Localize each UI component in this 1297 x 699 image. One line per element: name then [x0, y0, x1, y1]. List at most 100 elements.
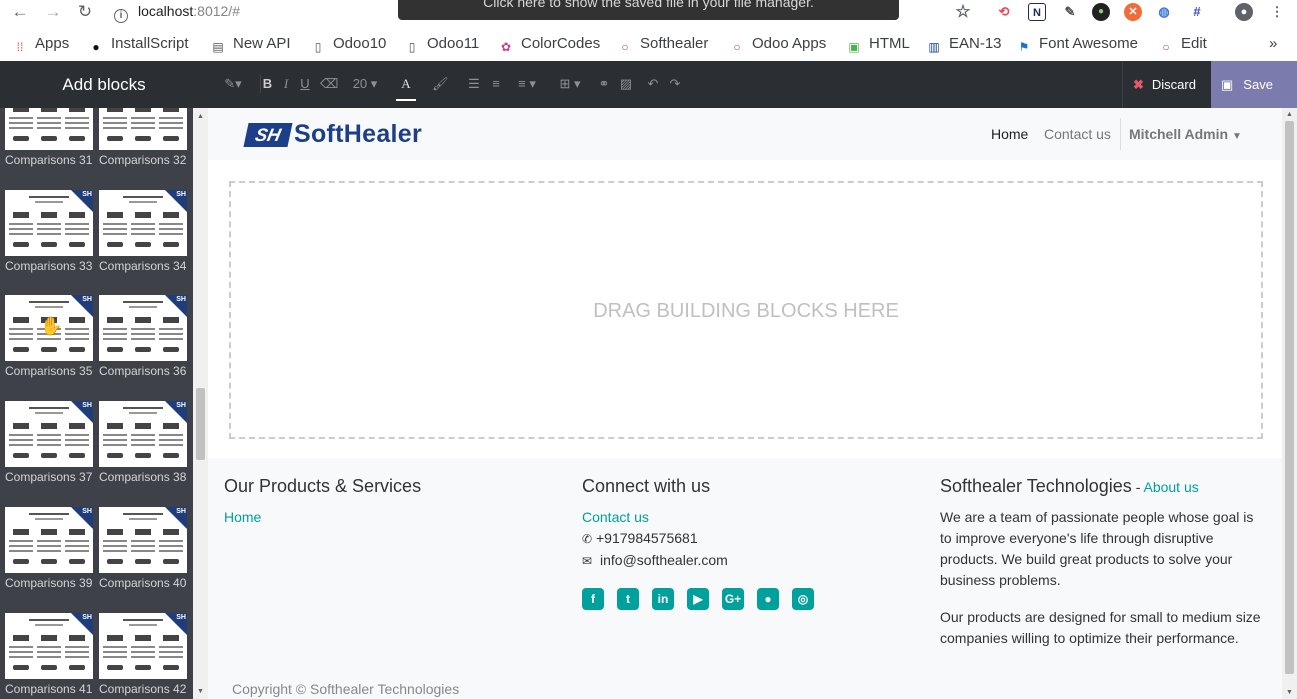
block-item[interactable]: SH Comparisons 41 — [5, 613, 93, 696]
forward-icon[interactable]: → — [42, 2, 64, 22]
bookmark-odoo-apps[interactable]: ○ Odoo Apps — [729, 35, 826, 55]
extension-icon-2[interactable]: ● — [1092, 3, 1110, 21]
block-item[interactable]: SH Comparisons 33 — [5, 190, 93, 273]
block-item[interactable]: SH Comparisons 36 — [99, 295, 187, 378]
bookmark-ean13[interactable]: ▥ EAN-13 — [926, 35, 1001, 55]
bookmark-installscript[interactable]: ● InstallScript — [88, 35, 188, 55]
scroll-up-icon[interactable]: ▲ — [1285, 110, 1294, 119]
star-icon[interactable]: ☆ — [954, 3, 972, 21]
font-color-icon[interactable]: A — [396, 75, 416, 101]
user-menu[interactable]: Mitchell Admin ▼ — [1120, 118, 1242, 150]
grid-extension-icon[interactable]: # — [1188, 3, 1206, 21]
scroll-down-icon[interactable]: ▼ — [196, 687, 205, 696]
page-scroll-thumb[interactable] — [1285, 121, 1294, 674]
block-thumbnail: SH — [5, 507, 93, 573]
block-item[interactable]: SH Comparisons 38 — [99, 401, 187, 484]
menu-home[interactable]: Home — [991, 126, 1028, 142]
link-icon[interactable]: ⚭ — [596, 75, 612, 93]
footer-contact-link[interactable]: Contact us — [582, 507, 912, 528]
block-thumbnail: SH — [5, 401, 93, 467]
bookmark-apps[interactable]: ⁞⁞ Apps — [12, 35, 70, 55]
reload-icon[interactable]: ↻ — [74, 2, 96, 22]
sidebar-scroll-thumb[interactable] — [196, 388, 205, 460]
about-us-link[interactable]: About us — [1143, 479, 1198, 495]
magic-wand-icon[interactable]: ✎▾ — [220, 75, 246, 93]
address-bar[interactable]: i localhost:8012/# — [114, 3, 240, 23]
block-item[interactable]: SH Comparisons 31 — [5, 108, 93, 167]
github-icon: ● — [92, 40, 100, 54]
numbered-list-icon[interactable]: ≡ — [488, 75, 504, 93]
eraser-icon[interactable]: ⌫ — [320, 75, 338, 93]
bullet-list-icon[interactable]: ☰ — [466, 75, 482, 93]
close-icon: ✖ — [1133, 77, 1144, 92]
block-item[interactable]: SH Comparisons 34 — [99, 190, 187, 273]
bookmark-edit[interactable]: ○ Edit — [1158, 35, 1206, 55]
save-button[interactable]: ▣ Save — [1211, 61, 1297, 108]
about-paragraph-2: Our products are designed for small to m… — [940, 609, 1261, 646]
bookmark-softhealer[interactable]: ○ Softhealer — [617, 35, 708, 55]
table-icon[interactable]: ⊞ ▾ — [555, 75, 585, 93]
sidebar-scrollbar[interactable]: ▲ ▼ — [193, 108, 208, 699]
redo-icon[interactable]: ↷ — [667, 75, 683, 93]
page-icon: ▯ — [408, 40, 416, 54]
image-icon[interactable]: ▨ — [618, 75, 634, 93]
extension-icon[interactable]: ⟲ — [995, 3, 1013, 21]
bookmark-html[interactable]: ▣ HTML — [846, 35, 910, 55]
github-icon[interactable]: ● — [757, 588, 779, 610]
bookmark-odoo10[interactable]: ▯ Odoo10 — [310, 35, 387, 55]
brush-icon[interactable]: 🖌 — [432, 75, 449, 93]
block-item[interactable]: SH Comparisons 37 — [5, 401, 93, 484]
drop-zone[interactable]: DRAG BUILDING BLOCKS HERE — [229, 181, 1263, 439]
copyright-text: Copyright © Softhealer Technologies — [232, 681, 460, 697]
menu-contact-us[interactable]: Contact us — [1044, 126, 1111, 142]
page-icon: ▯ — [314, 40, 322, 54]
google-plus-icon[interactable]: G+ — [722, 588, 744, 610]
tools-extension-icon[interactable]: ✎ — [1061, 3, 1079, 21]
footer-about-title: Softhealer Technologies - About us — [940, 476, 1199, 496]
footer-phone: ✆ +917984575681 — [582, 528, 912, 550]
twitter-icon[interactable]: t — [617, 588, 639, 610]
editor-toolbar: Add blocks ✎▾ B I U ⌫ 20 ▾ A 🖌 ☰ ≡ ≡ ▾ ⊞… — [0, 61, 1297, 108]
info-icon[interactable]: i — [114, 9, 128, 23]
bold-icon[interactable]: B — [260, 75, 274, 93]
bookmarks-overflow[interactable]: » — [1269, 35, 1277, 55]
html-icon: ▣ — [848, 40, 860, 54]
menu-dots-icon[interactable]: ⋮ — [1268, 3, 1286, 21]
underline-icon[interactable]: U — [298, 75, 312, 93]
block-item[interactable]: SH Comparisons 40 — [99, 507, 187, 590]
facebook-icon[interactable]: f — [582, 588, 604, 610]
linkedin-icon[interactable]: in — [652, 588, 674, 610]
block-item[interactable]: SH Comparisons 42 — [99, 613, 187, 696]
block-label: Comparisons 42 — [99, 682, 187, 696]
bookmark-colorcodes[interactable]: ✿ ColorCodes — [498, 35, 600, 55]
bookmark-new-api[interactable]: ▤ New API — [210, 35, 290, 55]
block-thumbnail: SH — [5, 613, 93, 679]
scroll-down-icon[interactable]: ▼ — [1285, 688, 1294, 697]
profile-icon[interactable]: ● — [1235, 3, 1253, 21]
globe-extension-icon[interactable]: ◍ — [1155, 3, 1173, 21]
undo-icon[interactable]: ↶ — [645, 75, 661, 93]
align-icon[interactable]: ≡ ▾ — [512, 75, 542, 93]
scroll-up-icon[interactable]: ▲ — [196, 112, 205, 121]
extension-icon-3[interactable]: ✕ — [1124, 3, 1142, 21]
block-thumbnail: SH — [99, 108, 187, 150]
block-item[interactable]: SH Comparisons 39 — [5, 507, 93, 590]
italic-icon[interactable]: I — [280, 75, 292, 93]
social-links: f t in ▶ G+ ● ◎ — [582, 588, 912, 610]
download-toast[interactable]: Click here to show the saved file in you… — [398, 0, 899, 20]
footer-home-link[interactable]: Home — [224, 507, 554, 528]
font-size-select[interactable]: 20 ▾ — [350, 75, 380, 93]
site-logo[interactable]: SH SoftHealer — [243, 120, 423, 148]
bookmark-odoo11[interactable]: ▯ Odoo11 — [404, 35, 480, 55]
block-label: Comparisons 33 — [5, 259, 93, 273]
notion-extension-icon[interactable]: N — [1028, 3, 1046, 21]
block-item[interactable]: SH Comparisons 32 — [99, 108, 187, 167]
instagram-icon[interactable]: ◎ — [792, 588, 814, 610]
youtube-icon[interactable]: ▶ — [687, 588, 709, 610]
page-scrollbar[interactable]: ▲ ▼ — [1282, 108, 1297, 699]
back-icon[interactable]: ← — [9, 2, 31, 22]
bookmark-font-awesome[interactable]: ⚑ Font Awesome — [1016, 35, 1138, 55]
logo-text: SoftHealer — [294, 120, 423, 148]
discard-button[interactable]: ✖ Discard — [1122, 61, 1211, 108]
block-thumbnail: SH — [5, 108, 93, 150]
